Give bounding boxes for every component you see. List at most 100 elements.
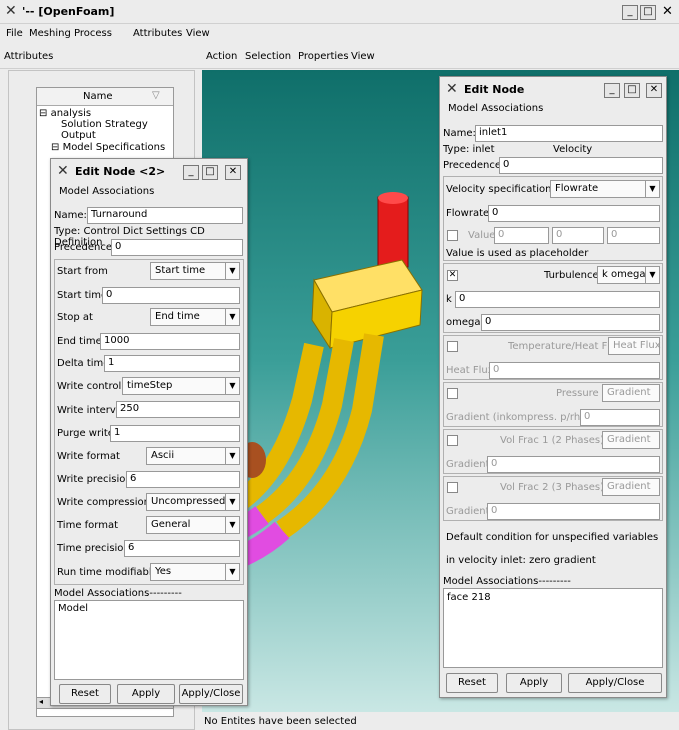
name-label: Name:	[54, 210, 87, 221]
x-app-icon: ✕	[57, 163, 69, 179]
value-z-field[interactable]: 0	[607, 227, 660, 244]
toolbar-action[interactable]: Action	[206, 51, 237, 62]
select-value: Gradient	[607, 387, 651, 398]
toolbar-properties[interactable]: Properties	[298, 51, 349, 62]
vol-frac-1-checkbox[interactable]	[447, 435, 458, 446]
toolbar-attributes[interactable]: Attributes	[4, 51, 53, 62]
delta-time-field[interactable]: 1	[104, 355, 240, 372]
menu-attributes[interactable]: Attributes	[133, 28, 182, 39]
apply-button[interactable]: Apply	[506, 673, 562, 693]
tree-item-output[interactable]: Output	[61, 130, 96, 141]
value-x-field[interactable]: 0	[494, 227, 549, 244]
list-item[interactable]: Model	[58, 603, 88, 614]
toolbar-selection[interactable]: Selection	[245, 51, 291, 62]
time-format-label: Time format	[57, 520, 119, 531]
flowrate-field[interactable]: 0	[488, 205, 660, 222]
value-checkbox[interactable]	[447, 230, 458, 241]
gradient-1-field[interactable]: 0	[487, 456, 660, 473]
dropdown-arrow-icon: ▼	[645, 266, 659, 284]
dropdown-arrow-icon: ▼	[225, 262, 239, 280]
dropdown-arrow-icon: ▼	[225, 308, 239, 326]
select-value: Flowrate	[555, 183, 599, 194]
menu-view[interactable]: View	[186, 28, 210, 39]
menu-meshing-process[interactable]: Meshing Process	[29, 28, 112, 39]
omega-field[interactable]: 0	[481, 314, 660, 331]
name-label: Name:	[443, 128, 476, 139]
velocity-spec-label: Velocity specification	[446, 184, 552, 195]
vol-frac-1-select[interactable]: Gradient	[602, 431, 660, 449]
close-icon[interactable]: ✕	[662, 4, 673, 19]
dialog-title-bar[interactable]: ✕ Edit Node _ □ ✕	[440, 77, 666, 103]
menu-file[interactable]: File	[6, 28, 23, 39]
minimize-icon[interactable]: _	[604, 83, 620, 98]
tree-item-analysis[interactable]: ⊟ analysis	[39, 108, 91, 119]
stop-at-label: Stop at	[57, 312, 93, 323]
write-compression-select[interactable]: Uncompressed ▼	[146, 493, 240, 511]
temperature-select[interactable]: Heat Flux	[608, 337, 661, 355]
end-time-field[interactable]: 1000	[100, 333, 240, 350]
tree-item-solution-strategy[interactable]: Solution Strategy	[61, 119, 148, 130]
maximize-icon[interactable]: □	[640, 5, 656, 20]
select-value: General	[151, 519, 191, 530]
sort-icon[interactable]: ▽	[152, 90, 160, 101]
tree-item-model-specifications[interactable]: ⊟ Model Specifications	[51, 142, 165, 153]
start-time-field[interactable]: 0	[102, 287, 240, 304]
gradient-2-field[interactable]: 0	[487, 503, 660, 520]
dialog-title-bar[interactable]: ✕ Edit Node <2> _ □ ✕	[51, 159, 247, 185]
section-label: Model Associations	[448, 103, 544, 114]
temperature-checkbox[interactable]	[447, 341, 458, 352]
write-precision-label: Write precision	[57, 474, 132, 485]
turbulence-select[interactable]: k omega ▼	[597, 266, 660, 284]
precedence-field[interactable]: 0	[499, 157, 663, 174]
list-item[interactable]: face 218	[447, 592, 491, 603]
write-control-label: Write control	[57, 381, 122, 392]
purge-write-field[interactable]: 1	[110, 425, 240, 442]
value-label: Value	[468, 230, 496, 241]
vol-frac-2-select[interactable]: Gradient	[602, 478, 660, 496]
velocity-spec-select[interactable]: Flowrate ▼	[550, 180, 660, 198]
maximize-icon[interactable]: □	[624, 83, 640, 98]
turbulence-checkbox[interactable]: ✕	[447, 270, 458, 281]
model-associations-list[interactable]: Model	[54, 600, 244, 680]
close-icon[interactable]: ✕	[225, 165, 241, 180]
select-value: Heat Flux	[613, 340, 661, 351]
k-field[interactable]: 0	[455, 291, 660, 308]
name-field[interactable]: inlet1	[475, 125, 663, 142]
time-precision-field[interactable]: 6	[124, 540, 240, 557]
maximize-icon[interactable]: □	[202, 165, 218, 180]
close-icon[interactable]: ✕	[646, 83, 662, 98]
gradient-incompress-field[interactable]: 0	[580, 409, 660, 426]
scroll-left-icon[interactable]: ◂	[39, 697, 43, 706]
tree-header[interactable]: Name ▽	[37, 88, 173, 106]
stop-at-select[interactable]: End time ▼	[150, 308, 240, 326]
vol-frac-2-checkbox[interactable]	[447, 482, 458, 493]
start-from-select[interactable]: Start time ▼	[150, 262, 240, 280]
name-field[interactable]: Turnaround	[87, 207, 243, 224]
pressure-select[interactable]: Gradient	[602, 384, 660, 402]
select-value: End time	[155, 311, 200, 322]
value-y-field[interactable]: 0	[552, 227, 604, 244]
apply-button[interactable]: Apply	[117, 684, 175, 704]
time-format-select[interactable]: General ▼	[146, 516, 240, 534]
reset-button[interactable]: Reset	[59, 684, 111, 704]
write-precision-field[interactable]: 6	[126, 471, 240, 488]
dropdown-arrow-icon: ▼	[225, 377, 239, 395]
write-interval-field[interactable]: 250	[116, 401, 240, 418]
precedence-field[interactable]: 0	[111, 239, 243, 256]
apply-close-button[interactable]: Apply/Close	[179, 684, 243, 704]
runtime-modifiable-select[interactable]: Yes ▼	[150, 563, 240, 581]
toolbar-view[interactable]: View	[351, 51, 375, 62]
reset-button[interactable]: Reset	[446, 673, 498, 693]
minimize-icon[interactable]: _	[183, 165, 199, 180]
pressure-checkbox[interactable]	[447, 388, 458, 399]
write-control-select[interactable]: timeStep ▼	[122, 377, 240, 395]
heat-flux-field[interactable]: 0	[489, 362, 660, 379]
tree-header-label: Name	[83, 91, 113, 102]
write-format-select[interactable]: Ascii ▼	[146, 447, 240, 465]
velocity-inlet-note: in velocity inlet: zero gradient	[446, 555, 596, 566]
time-precision-label: Time precision	[57, 543, 130, 554]
model-associations-list[interactable]: face 218	[443, 588, 663, 668]
apply-close-button[interactable]: Apply/Close	[568, 673, 662, 693]
menu-bar: File Meshing Process Attributes View	[0, 25, 679, 45]
minimize-icon[interactable]: _	[622, 5, 638, 20]
